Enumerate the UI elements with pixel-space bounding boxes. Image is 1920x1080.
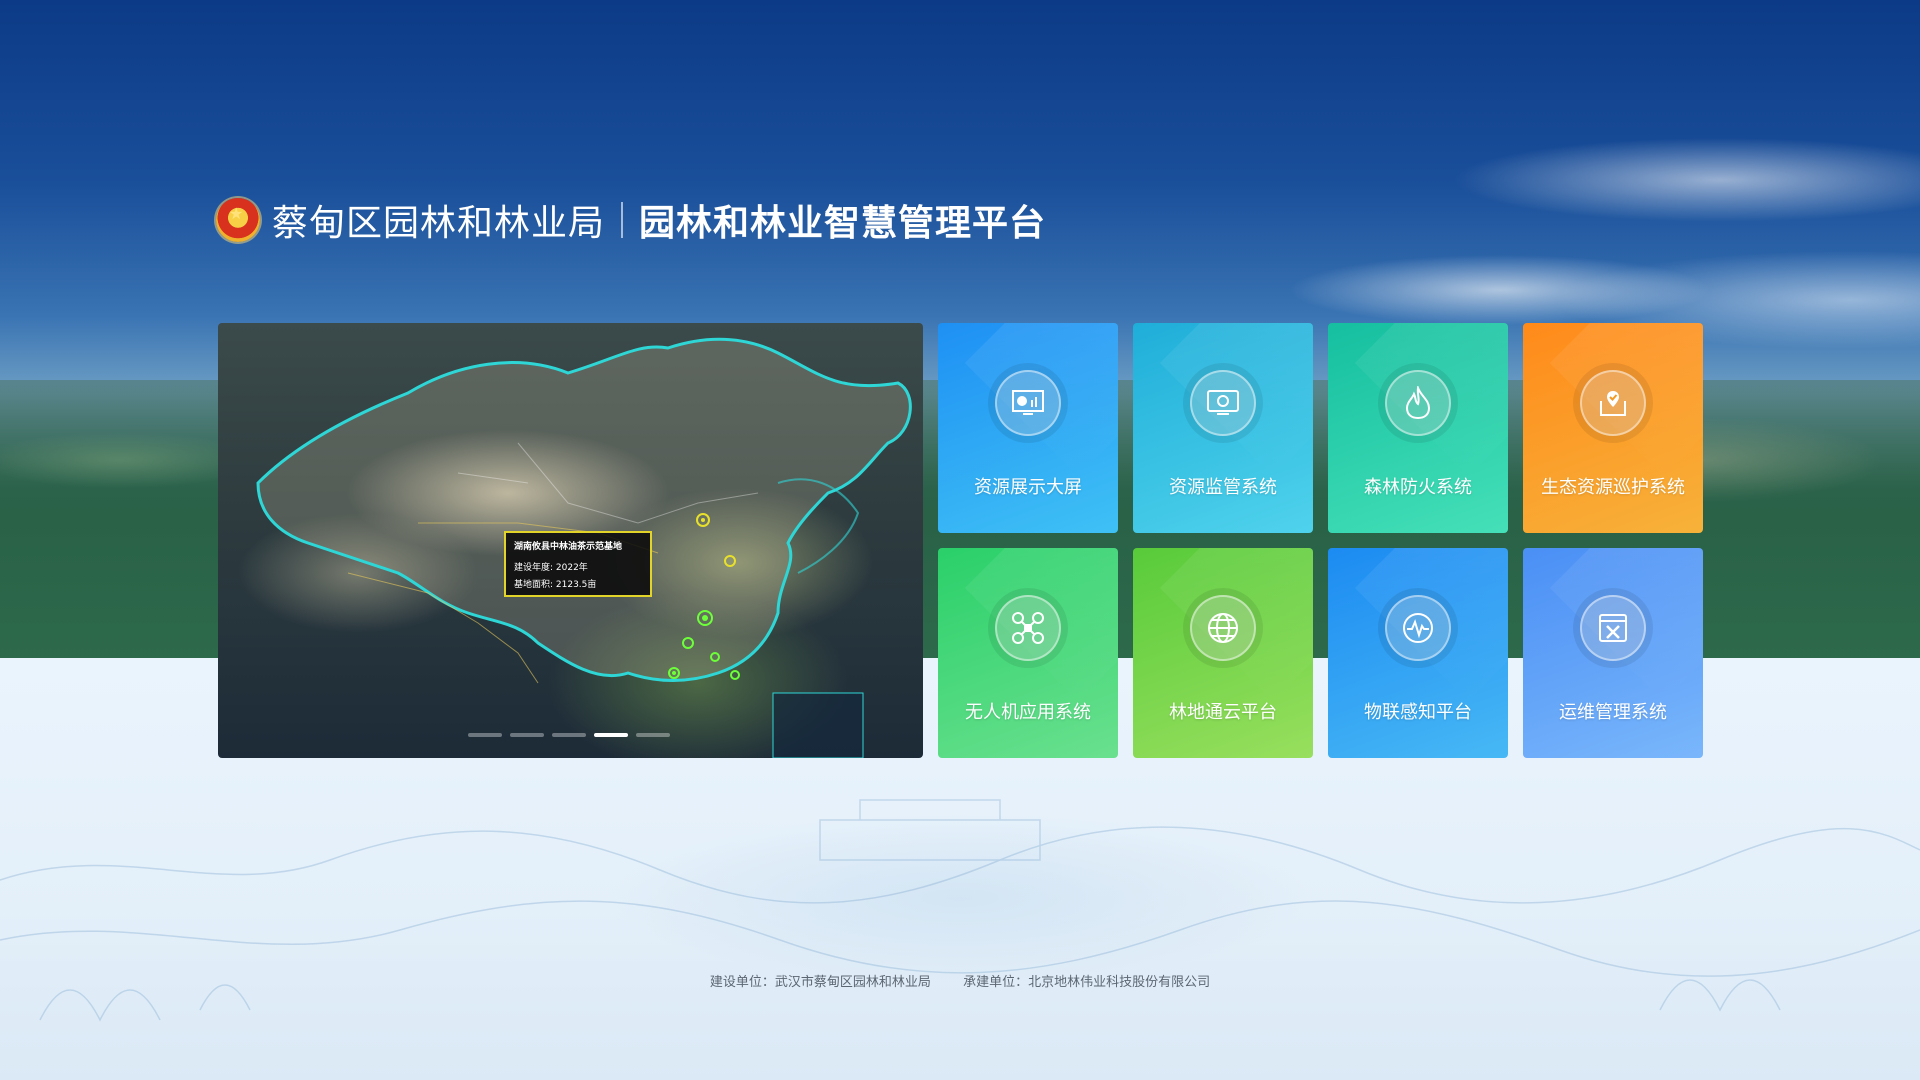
org-name: 蔡甸区园林和林业局 (272, 203, 606, 244)
footer-contractor: 承建单位：北京地林伟业科技股份有限公司 (963, 975, 1211, 990)
map-border (256, 337, 912, 682)
monitor-icon (1190, 370, 1256, 436)
tile-label: 生态资源巡护系统 (1541, 477, 1685, 498)
carousel-dot-2[interactable] (510, 733, 544, 737)
header: 蔡甸区园林和林业局 园林和林业智慧管理平台 (216, 195, 1046, 245)
tile-forestland-cloud[interactable]: 林地通云平台 (1133, 548, 1313, 758)
header-divider (621, 202, 624, 238)
platform-title: 园林和林业智慧管理平台 (639, 203, 1047, 244)
pulse-sensor-icon (1385, 595, 1451, 661)
national-emblem-icon (216, 198, 260, 242)
tile-label: 林地通云平台 (1169, 702, 1277, 723)
tile-eco-patrol[interactable]: 生态资源巡护系统 (1523, 323, 1703, 533)
carousel-dot-3[interactable] (552, 733, 586, 737)
footer-builder: 建设单位：武汉市蔡甸区园林和林业局 (709, 975, 931, 990)
carousel-dot-1[interactable] (468, 733, 502, 737)
tile-resource-supervision[interactable]: 资源监管系统 (1133, 323, 1313, 533)
tile-label: 森林防火系统 (1364, 477, 1472, 498)
landscape-sketch-decoration (0, 799, 1920, 1022)
carousel-dot-5[interactable] (636, 733, 670, 737)
globe-icon (1190, 595, 1256, 661)
south-sea-inset (772, 692, 864, 758)
tile-label: 物联感知平台 (1364, 702, 1472, 723)
tile-label: 资源展示大屏 (974, 477, 1082, 498)
dashboard-screen-icon (995, 370, 1061, 436)
map-carousel[interactable]: 湖南攸县中林油茶示范基地 建设年度: 2022年 基地面积: 2123.5亩 (218, 323, 923, 758)
tile-ops-management[interactable]: 运维管理系统 (1523, 548, 1703, 758)
tile-drone-system[interactable]: 无人机应用系统 (938, 548, 1118, 758)
tile-resource-display[interactable]: 资源展示大屏 (938, 323, 1118, 533)
tile-label: 资源监管系统 (1169, 477, 1277, 498)
patrol-shield-icon (1580, 370, 1646, 436)
tile-label: 无人机应用系统 (965, 702, 1091, 723)
tooltip-area: 基地面积: 2123.5亩 (514, 580, 597, 590)
tools-icon (1580, 595, 1646, 661)
tile-label: 运维管理系统 (1559, 702, 1667, 723)
carousel-indicators (468, 733, 670, 737)
tooltip-title: 湖南攸县中林油茶示范基地 (514, 542, 623, 552)
tooltip-year: 建设年度: 2022年 (514, 563, 588, 573)
tile-iot-platform[interactable]: 物联感知平台 (1328, 548, 1508, 758)
flame-icon (1385, 370, 1451, 436)
map-tooltip: 湖南攸县中林油茶示范基地 建设年度: 2022年 基地面积: 2123.5亩 (504, 531, 652, 597)
footer: 建设单位：武汉市蔡甸区园林和林业局 承建单位：北京地林伟业科技股份有限公司 (0, 971, 1920, 990)
drone-icon (995, 595, 1061, 661)
tile-forest-fire[interactable]: 森林防火系统 (1328, 323, 1508, 533)
carousel-dot-4[interactable] (594, 733, 628, 737)
